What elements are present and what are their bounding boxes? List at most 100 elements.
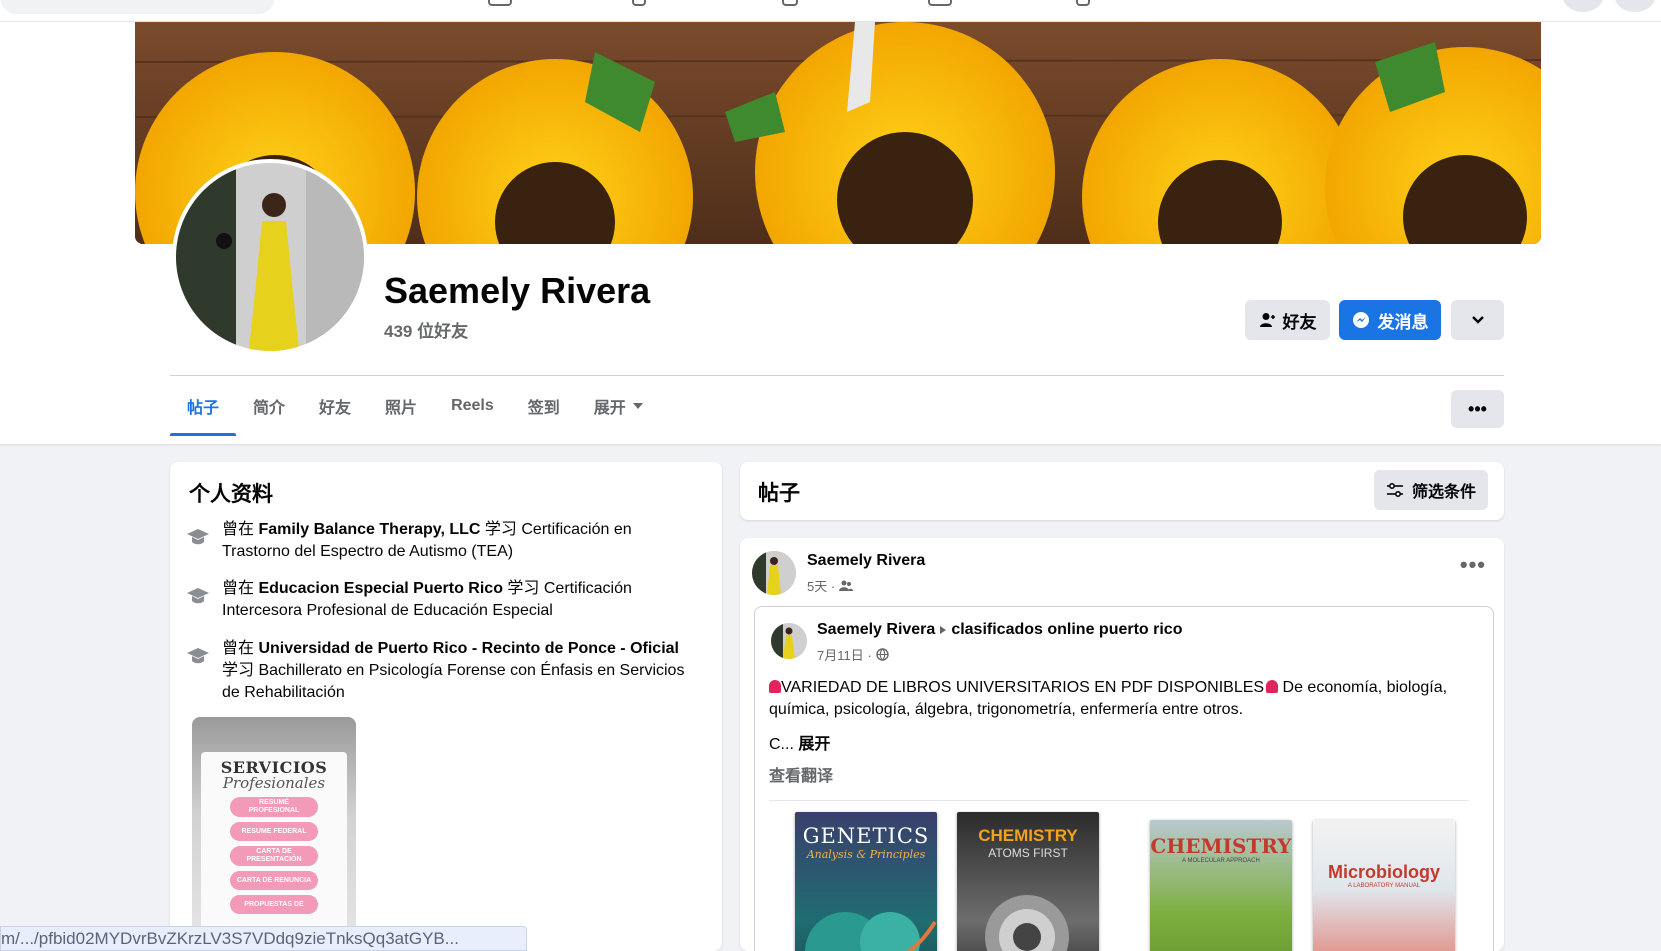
education-mid: 学习: [502, 580, 544, 597]
shared-post-text-a: VARIEDAD DE LIBROS UNIVERSITARIOS EN PDF…: [781, 679, 1265, 696]
tab-more-label: 展开: [593, 400, 626, 417]
top-navigation-bar: [0, 0, 1661, 22]
friends-button[interactable]: 好友: [1245, 300, 1330, 340]
post-author-avatar[interactable]: [752, 551, 796, 595]
book-cover-image[interactable]: Microbiology A LABORATORY MANUAL: [1313, 820, 1455, 951]
filter-button[interactable]: 筛选条件: [1373, 470, 1488, 510]
shared-author-avatar[interactable]: [771, 623, 807, 659]
shared-post-meta: 7月11日 ·: [817, 645, 889, 664]
post-time[interactable]: 5天 ·: [807, 576, 835, 595]
marketplace-icon[interactable]: [782, 0, 798, 6]
education-text: 曾在 Universidad de Puerto Rico - Recinto …: [222, 638, 696, 704]
book-subtitle: Analysis & Principles: [806, 848, 926, 861]
post-author-name[interactable]: Saemely Rivera: [807, 552, 925, 570]
education-mid: 学习: [480, 521, 522, 538]
featured-flyer-script: Profesionales: [222, 774, 326, 792]
groups-icon[interactable]: [928, 0, 952, 6]
tab-reels[interactable]: Reels: [434, 376, 511, 436]
education-school-link[interactable]: Universidad de Puerto Rico - Recinto de …: [258, 640, 679, 657]
shared-group-name[interactable]: clasificados online puerto rico: [951, 621, 1182, 639]
shared-post-text: VARIEDAD DE LIBROS UNIVERSITARIOS EN PDF…: [769, 677, 1469, 721]
featured-pill: RESUME FEDERAL: [230, 822, 318, 841]
shared-post-truncated-text: C...: [769, 736, 794, 753]
tab-posts[interactable]: 帖子: [170, 376, 237, 436]
tab-reels-label: Reels: [451, 397, 494, 414]
tab-photos-label: 照片: [385, 400, 418, 417]
video-icon[interactable]: [632, 0, 646, 6]
message-button[interactable]: 发消息: [1339, 300, 1441, 340]
gaming-icon[interactable]: [1076, 0, 1090, 6]
tab-about-label: 简介: [253, 400, 286, 417]
education-prefix: 曾在: [222, 580, 259, 597]
menu-grid-icon[interactable]: [1563, 0, 1603, 12]
graduation-cap-icon: [187, 529, 209, 545]
post-card: Saemely Rivera 5天 · ••• Saemely Rivera c…: [740, 538, 1504, 951]
featured-pill: CARTA DE PRESENTACIÓN: [230, 846, 318, 866]
education-item: 曾在 Educacion Especial Puerto Rico 学习 Cer…: [186, 578, 696, 622]
filter-button-label: 筛选条件: [1411, 484, 1476, 501]
tab-more[interactable]: 展开: [577, 376, 660, 436]
shared-post-truncated: C... 展开: [769, 730, 830, 754]
friends-audience-icon: [839, 580, 854, 591]
education-prefix: 曾在: [222, 640, 259, 657]
education-text: 曾在 Family Balance Therapy, LLC 学习 Certif…: [222, 519, 696, 563]
book-title: CHEMISTRY: [1150, 834, 1292, 858]
profile-avatar[interactable]: [172, 159, 368, 355]
shared-post-header: Saemely Rivera clasificados online puert…: [817, 621, 1182, 639]
search-bar[interactable]: [0, 0, 275, 14]
triangle-right-icon: [940, 626, 947, 634]
education-mid: 学习: [222, 662, 259, 679]
see-more-link[interactable]: 展开: [798, 736, 830, 753]
tab-friends[interactable]: 好友: [302, 376, 368, 436]
education-detail: Bachillerato en Psicología Forense con É…: [222, 662, 685, 701]
featured-pill: PROPUESTAS DE: [230, 895, 318, 914]
shared-author-name[interactable]: Saemely Rivera: [817, 621, 935, 639]
see-translation-link[interactable]: 查看翻译: [769, 762, 833, 786]
book-cover-image[interactable]: CHEMISTRY A MOLECULAR APPROACH: [1150, 820, 1292, 951]
shared-post[interactable]: Saemely Rivera clasificados online puert…: [754, 606, 1494, 951]
tabs-more-button[interactable]: •••: [1451, 390, 1504, 428]
book-title: Microbiology: [1328, 862, 1440, 882]
featured-image[interactable]: SERVICIOS Profesionales RESUMÉ PROFESION…: [192, 717, 356, 951]
chevron-down-icon: [1471, 316, 1484, 324]
image-divider: [769, 800, 1469, 801]
atom-graphic: [985, 895, 1069, 951]
featured-pill: RESUMÉ PROFESIONAL: [230, 797, 318, 817]
education-item: 曾在 Universidad de Puerto Rico - Recinto …: [186, 638, 696, 704]
posts-title: 帖子: [758, 482, 800, 505]
post-meta: 5天 ·: [807, 576, 854, 595]
profile-tabs: 帖子 简介 好友 照片 Reels 签到 展开: [170, 376, 660, 436]
post-options-icon[interactable]: •••: [1460, 552, 1486, 578]
tab-photos[interactable]: 照片: [368, 376, 434, 436]
message-button-label: 发消息: [1377, 312, 1429, 332]
red-siren-icon: [769, 680, 781, 693]
education-text: 曾在 Educacion Especial Puerto Rico 学习 Cer…: [222, 578, 696, 622]
more-dots-icon: •••: [1468, 398, 1487, 419]
featured-pill: CARTA DE RENUNCIA: [230, 871, 318, 890]
education-school-link[interactable]: Educacion Especial Puerto Rico: [258, 580, 503, 597]
tab-checkins-label: 签到: [527, 400, 560, 417]
shared-post-time[interactable]: 7月11日 ·: [817, 645, 872, 664]
featured-flyer: SERVICIOS Profesionales RESUMÉ PROFESION…: [201, 752, 347, 951]
messenger-icon[interactable]: [1615, 0, 1655, 12]
book-cover-image[interactable]: CHEMISTRY ATOMS FIRST: [957, 812, 1099, 951]
tab-friends-label: 好友: [319, 400, 352, 417]
education-school-link[interactable]: Family Balance Therapy, LLC: [258, 521, 480, 538]
dna-graphic: [805, 912, 937, 951]
intro-title: 个人资料: [189, 483, 273, 506]
tab-checkins[interactable]: 签到: [511, 376, 577, 436]
profile-name: Saemely Rivera: [384, 270, 651, 311]
friends-button-label: 好友: [1282, 312, 1317, 332]
home-icon[interactable]: [488, 0, 512, 6]
tab-about[interactable]: 简介: [236, 376, 302, 436]
graduation-cap-icon: [187, 588, 209, 604]
more-options-dropdown[interactable]: [1451, 300, 1504, 340]
book-subtitle: ATOMS FIRST: [988, 846, 1068, 860]
filter-sliders-icon: [1386, 483, 1403, 497]
friends-count[interactable]: 439 位好友: [384, 317, 468, 342]
profile-header: Saemely Rivera 439 位好友 好友 发消息 帖子 简介 好友 照…: [0, 22, 1661, 444]
caret-down-icon: [632, 403, 643, 409]
book-cover-image[interactable]: GENETICS Analysis & Principles: [795, 812, 937, 951]
book-subtitle: A MOLECULAR APPROACH: [1182, 858, 1260, 864]
status-bar-url: m/.../pfbid02MYDvrBvZKrzLV3S7VDdq9zieTnk…: [0, 926, 527, 951]
